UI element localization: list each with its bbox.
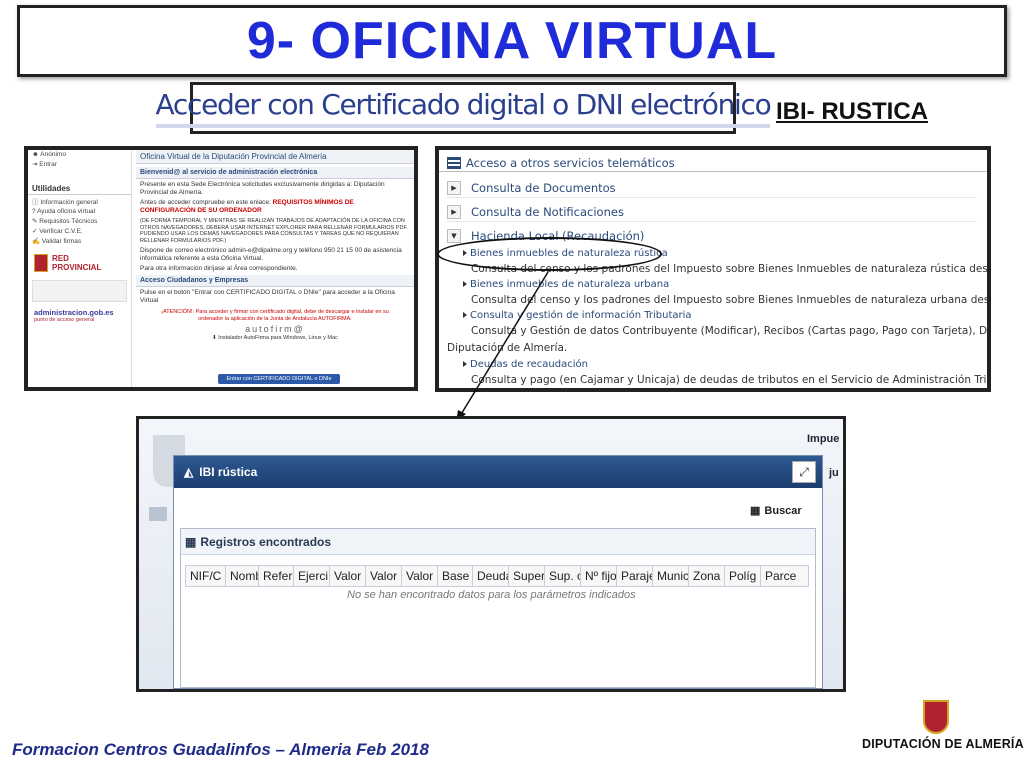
other-info-text: Para otra información diríjase al Área c… [140,265,298,272]
expand-icon[interactable]: ▶ [447,180,461,195]
service-notifications[interactable]: ▶ Consulta de Notificaciones [447,202,977,222]
notice-text: (DE FORMA TEMPORAL Y MIENTRAS SE REALIZA… [140,218,408,244]
diputacion-shield-icon [923,700,949,734]
junta-andalucia-logo [32,280,127,302]
services-header: Acceso a otros servicios telemáticos [439,150,987,172]
sidebar-item-info[interactable]: ⓘ Información general [28,195,131,207]
empty-message: No se han encontrado datos para los pará… [347,589,636,601]
autofirma-logo: autofirm@ [245,324,305,334]
sidebar-item-verify[interactable]: ✓ Verificar C.V.E. [28,226,131,236]
installer-link[interactable]: ⬇ Instalador AutoFirma para Windows, Lin… [136,334,414,342]
highlight-ellipse [437,237,662,271]
column-header[interactable]: Base [438,566,473,586]
banner-text: Acceder con Certificado digital o DNI el… [155,88,772,128]
column-header[interactable]: Super [509,566,545,586]
table-icon: ▦ [185,534,197,549]
bullet-icon [463,281,467,287]
main-content: Oficina Virtual de la Diputación Provinc… [136,150,414,387]
collapse-icon[interactable]: ▼ [447,229,461,243]
red-provincial-logo: RED PROVINCIAL [28,254,131,272]
slide-title-box: 9- OFICINA VIRTUAL [17,5,1007,77]
slide-title: 9- OFICINA VIRTUAL [246,12,778,70]
sub-deudas-desc: Consulta y pago (en Cajamar y Unicaja) d… [471,374,987,386]
bullet-icon [463,312,467,318]
admin-gob-logo: administracion.gob.es [34,308,114,317]
background-title: Impue [807,433,840,445]
search-icon: ▦ [750,505,761,517]
certificate-access-banner: Acceder con Certificado digital o DNI el… [155,82,772,134]
column-header[interactable]: Paraje [617,566,653,586]
section-label: IBI- RUSTICA [776,98,928,125]
intro-text: Presente en esta Sede Electrónica solici… [140,181,385,196]
sub-urbana-link[interactable]: Bienes inmuebles de naturaleza urbana [463,279,669,290]
column-header[interactable]: Deuda [473,566,509,586]
search-button[interactable]: ▦ Buscar [750,504,802,518]
list-icon [447,156,461,169]
column-header[interactable]: Parce [761,566,797,586]
column-header[interactable]: Munic [653,566,689,586]
office-header: Oficina Virtual de la Diputación Provinc… [136,150,414,164]
dialog-header: ◭ IBI rústica [174,456,822,488]
bullet-icon [463,361,467,367]
footer-text: Formacion Centros Guadalinfos – Almeria … [12,740,429,759]
maximize-icon[interactable]: ⤢ [792,461,816,483]
ibi-rustica-screenshot: Impue ju ◭ IBI rústica ⤢ ▦ Buscar ▦ Regi… [136,416,846,692]
admin-gob-sub: punto de acceso general [34,317,95,323]
column-header[interactable]: Ejerci [294,566,330,586]
column-header[interactable]: Valor [402,566,438,586]
attention-text: ¡ATENCIÓN!: Para acceder y firmar con ce… [161,309,389,322]
column-header[interactable]: Refer [259,566,294,586]
shield-icon [34,254,48,272]
column-header[interactable]: Políg [725,566,761,586]
dialog-title: IBI rústica [199,465,258,479]
column-header[interactable]: NIF/C [186,566,226,586]
diputacion-logo-text: DIPUTACIÓN DE ALMERÍA [862,737,1024,751]
expand-icon[interactable]: ▶ [447,204,461,219]
service-documents[interactable]: ▶ Consulta de Documentos [447,178,977,198]
utilities-title: Utilidades [28,183,131,195]
sub-tributaria-link[interactable]: Consulta y gestión de información Tribut… [463,310,692,321]
check-text: Antes de acceder compruebe en este enlac… [140,199,354,214]
column-header[interactable]: Zona [689,566,725,586]
column-header[interactable]: Valor [330,566,366,586]
background-grid-icon [149,507,167,521]
sidebar: ☻ Anónimo ⇥ Entrar Utilidades ⓘ Informac… [28,150,132,387]
access-heading: Acceso Ciudadanos y Empresas [136,275,414,287]
column-header[interactable]: Nº fijo [581,566,617,586]
records-header: ▦ Registros encontrados [181,529,815,555]
welcome-heading: Bienvenid@ al servicio de administración… [136,167,414,179]
signature-icon: ✍ [32,238,42,245]
records-panel: ▦ Registros encontrados NIF/C Nomb Refer… [180,528,816,688]
map-icon: ◭ [184,465,194,479]
enter-link[interactable]: ⇥ Entrar [28,159,131,169]
table-header-row: NIF/C Nomb Refer Ejerci Valor Valor Valo… [185,565,809,587]
sub-tributaria-desc: Consulta y Gestión de datos Contribuyent… [471,325,988,337]
column-header[interactable]: Sup. c [545,566,581,586]
user-anonymous: ☻ Anónimo [32,151,66,158]
contact-text: Dispone de correo electrónico admin-e@di… [140,247,402,262]
ibi-rustica-dialog: ◭ IBI rústica ⤢ ▦ Buscar ▦ Registros enc… [173,455,823,689]
access-text: Pulse en el botón "Entrar con CERTIFICAD… [140,289,395,304]
sidebar-item-help[interactable]: ? Ayuda oficina virtual [28,207,131,216]
sidebar-item-validate[interactable]: ✍ Validar firmas [28,236,131,246]
background-subtitle: ju [829,467,839,479]
oficina-virtual-screenshot: ☻ Anónimo ⇥ Entrar Utilidades ⓘ Informac… [24,146,418,391]
sidebar-item-requirements[interactable]: ✎ Requisitos Técnicos [28,216,131,226]
sub-urbana-desc: Consulta del censo y los padrones del Im… [471,294,990,306]
enter-certificate-button[interactable]: Entrar con CERTIFICADO DIGITAL o DNIe [218,374,340,384]
sub-tributaria-desc2: Diputación de Almería. [447,342,568,354]
column-header[interactable]: Valor [366,566,402,586]
sub-deudas-link[interactable]: Deudas de recaudación [463,359,588,370]
column-header[interactable]: Nomb [226,566,259,586]
